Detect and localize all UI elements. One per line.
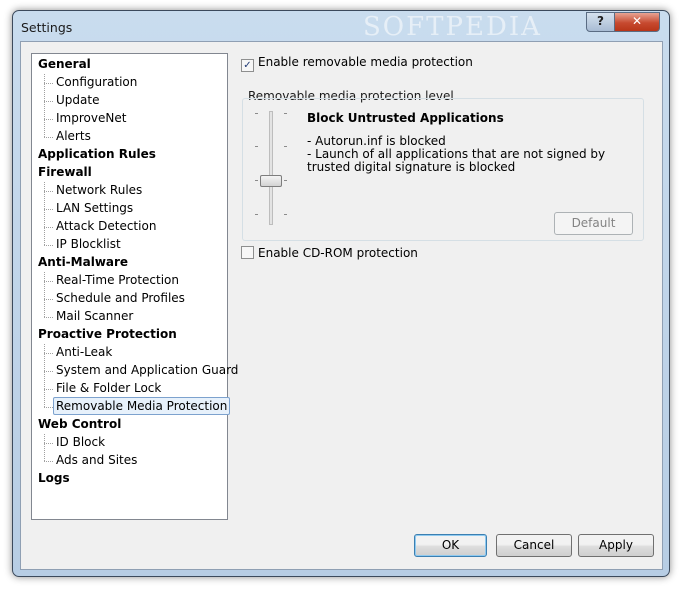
tree-item-schedule-profiles[interactable]: Schedule and Profiles xyxy=(56,289,185,307)
apply-button[interactable]: Apply xyxy=(578,534,654,557)
tree-item-general[interactable]: General xyxy=(38,55,91,73)
level-desc-line: - Launch of all applications that are no… xyxy=(307,147,606,174)
tree-item-ads-sites[interactable]: Ads and Sites xyxy=(56,451,137,469)
tree-item-improvenet[interactable]: ImproveNet xyxy=(56,109,126,127)
tree-connector xyxy=(44,281,53,282)
tree-item-application-rules[interactable]: Application Rules xyxy=(38,145,156,163)
tree-connector xyxy=(44,389,53,390)
protection-level-slider-thumb[interactable] xyxy=(260,175,282,187)
tree-connector xyxy=(44,209,53,210)
settings-tree[interactable]: General Configuration Update ImproveNet … xyxy=(31,53,238,520)
tree-item-lan-settings[interactable]: LAN Settings xyxy=(56,199,133,217)
tree-connector xyxy=(44,137,53,138)
protection-level-slider-track[interactable] xyxy=(269,111,273,225)
tree-connector xyxy=(44,119,53,120)
tree-item-update[interactable]: Update xyxy=(56,91,99,109)
slider-tick xyxy=(284,180,287,181)
default-button[interactable]: Default xyxy=(554,212,633,235)
tree-connector xyxy=(44,101,53,102)
tree-item-network-rules[interactable]: Network Rules xyxy=(56,181,142,199)
protection-level-group: Block Untrusted Applications - Autorun.i… xyxy=(242,98,644,241)
enable-cdrom-checkbox[interactable] xyxy=(241,246,254,259)
tree-connector xyxy=(44,191,53,192)
tree-connector xyxy=(44,317,53,318)
tree-item-alerts[interactable]: Alerts xyxy=(56,127,91,145)
help-button[interactable]: ? xyxy=(586,12,615,32)
enable-cdrom-label: Enable CD-ROM protection xyxy=(258,246,418,260)
tree-item-configuration[interactable]: Configuration xyxy=(56,73,137,91)
ok-button[interactable]: OK xyxy=(414,534,487,557)
tree-connector xyxy=(44,272,45,317)
slider-tick xyxy=(255,113,258,114)
tree-connector xyxy=(44,245,53,246)
slider-tick xyxy=(255,146,258,147)
cancel-button[interactable]: Cancel xyxy=(496,534,572,557)
slider-tick xyxy=(284,146,287,147)
tree-item-file-folder-lock[interactable]: File & Folder Lock xyxy=(56,379,161,397)
tree-connector xyxy=(44,353,53,354)
tree-item-anti-malware[interactable]: Anti-Malware xyxy=(38,253,128,271)
slider-tick xyxy=(284,214,287,215)
tree-connector xyxy=(44,407,53,408)
tree-connector xyxy=(44,371,53,372)
slider-tick xyxy=(284,113,287,114)
tree-item-removable-media-protection[interactable]: Removable Media Protection xyxy=(53,397,231,415)
tree-item-id-block[interactable]: ID Block xyxy=(56,433,105,451)
settings-window: Settings SOFTPEDIA ? ✕ General Configura… xyxy=(12,10,670,577)
tree-connector xyxy=(44,227,53,228)
tree-item-real-time-protection[interactable]: Real-Time Protection xyxy=(56,271,179,289)
tree-item-ip-blocklist[interactable]: IP Blocklist xyxy=(56,235,121,253)
watermark-logo: SOFTPEDIA xyxy=(363,12,542,42)
tree-item-logs[interactable]: Logs xyxy=(38,469,70,487)
tree-item-web-control[interactable]: Web Control xyxy=(38,415,121,433)
enable-removable-checkbox[interactable]: ✓ xyxy=(241,59,254,72)
tree-connector xyxy=(44,434,45,461)
slider-tick xyxy=(255,214,258,215)
tree-connector xyxy=(44,461,53,462)
tree-item-proactive-protection[interactable]: Proactive Protection xyxy=(38,325,177,343)
window-title: Settings xyxy=(21,20,73,35)
tree-connector xyxy=(44,443,53,444)
level-title: Block Untrusted Applications xyxy=(307,111,504,125)
enable-removable-label: Enable removable media protection xyxy=(258,55,473,69)
tree-item-attack-detection[interactable]: Attack Detection xyxy=(56,217,156,235)
tree-item-mail-scanner[interactable]: Mail Scanner xyxy=(56,307,133,325)
dialog-client-area: General Configuration Update ImproveNet … xyxy=(20,41,663,570)
close-button[interactable]: ✕ xyxy=(614,12,660,32)
tree-item-anti-leak[interactable]: Anti-Leak xyxy=(56,343,112,361)
level-description: - Autorun.inf is blocked - Launch of all… xyxy=(307,135,627,174)
enable-cdrom-row[interactable]: Enable CD-ROM protection xyxy=(241,245,418,261)
tree-connector xyxy=(44,83,53,84)
title-bar[interactable]: Settings SOFTPEDIA ? ✕ xyxy=(13,11,669,42)
slider-tick xyxy=(255,180,258,181)
tree-connector xyxy=(44,299,53,300)
tree-item-system-app-guard[interactable]: System and Application Guard xyxy=(56,361,238,379)
enable-removable-row[interactable]: ✓ Enable removable media protection xyxy=(241,54,473,72)
tree-item-firewall[interactable]: Firewall xyxy=(38,163,92,181)
